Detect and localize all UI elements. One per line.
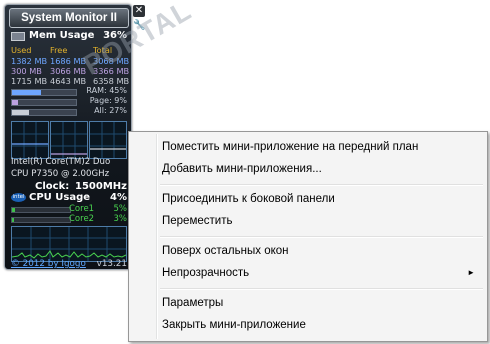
core1-bar-track xyxy=(11,207,71,213)
menu-item-attach-sidebar[interactable]: Присоединить к боковой панели xyxy=(131,188,485,210)
cpu-history-graph xyxy=(11,226,127,262)
core1-value: 5% xyxy=(113,204,128,214)
cpu-name: Intel(R) Core(TM)2 Duo xyxy=(11,157,111,167)
ram-bar: RAM: 45% xyxy=(11,86,127,96)
all-bar-track xyxy=(11,109,77,116)
header-used: Used xyxy=(11,45,32,55)
version-label: v13.21 xyxy=(96,259,127,269)
ram-used: 1382 MB xyxy=(11,56,48,66)
ram-graph xyxy=(11,121,49,159)
memory-usage-label: Mem Usage xyxy=(29,30,95,41)
core2-label: Core2 xyxy=(69,214,95,224)
menu-item-label: Присоединить к боковой панели xyxy=(162,193,335,205)
menu-separator xyxy=(160,236,483,238)
page-bar-label: Page: 9% xyxy=(89,96,127,105)
core1-bar-fill xyxy=(12,208,15,212)
menu-item-add-gadgets[interactable]: Добавить мини-приложения... xyxy=(131,158,485,180)
page-bar-track xyxy=(11,99,77,106)
menu-item-label: Переместить xyxy=(162,215,233,227)
core1-row: Core1 5% xyxy=(11,204,127,214)
cpu-usage-label: CPU Usage xyxy=(29,192,91,203)
menu-item-close-gadget[interactable]: Закрыть мини-приложение xyxy=(131,314,485,336)
header-free: Free xyxy=(50,45,68,55)
menu-item-label: Непрозрачность xyxy=(162,267,250,279)
menu-item-label: Закрыть мини-приложение xyxy=(162,319,306,331)
all-graph xyxy=(89,121,127,159)
submenu-arrow-icon: ► xyxy=(467,268,475,277)
menu-item-label: Параметры xyxy=(162,297,224,309)
core1-label: Core1 xyxy=(69,204,95,214)
context-menu: Поместить мини-приложение на передний пл… xyxy=(128,131,488,342)
core2-bar-track xyxy=(11,217,71,223)
page-used: 300 MB xyxy=(11,66,42,76)
cpu-clock-label: Clock: xyxy=(35,181,70,192)
author-link[interactable]: © 2012 by Igogo xyxy=(11,259,86,269)
menu-item-always-on-top[interactable]: Поверх остальных окон xyxy=(131,240,485,262)
menu-item-options[interactable]: Параметры xyxy=(131,292,485,314)
cpu-usage-header: intel CPU Usage 4% xyxy=(11,192,127,204)
menu-item-move[interactable]: Переместить xyxy=(131,210,485,232)
cpu-model: CPU P7350 @ 2.00GHz xyxy=(11,169,110,179)
cpu-usage-value: 4% xyxy=(110,192,127,203)
all-bar: All: 27% xyxy=(11,106,127,116)
page-graph xyxy=(50,121,88,159)
core2-bar-fill xyxy=(12,218,14,222)
all-bar-fill xyxy=(12,110,30,115)
menu-item-label: Поверх остальных окон xyxy=(162,245,289,257)
ram-bar-fill xyxy=(12,90,41,95)
memory-chip-icon xyxy=(11,32,25,41)
gadget-title: System Monitor II xyxy=(9,8,129,28)
intel-logo-icon: intel xyxy=(11,193,26,202)
page-free: 3066 MB xyxy=(50,66,87,76)
memory-bars: RAM: 45% Page: 9% All: 27% xyxy=(11,86,127,117)
all-free: 4643 MB xyxy=(50,76,87,86)
menu-item-opacity[interactable]: Непрозрачность ► xyxy=(131,262,485,284)
ram-bar-label: RAM: 45% xyxy=(86,86,127,95)
core2-value: 3% xyxy=(113,214,128,224)
all-bar-label: All: 27% xyxy=(94,106,127,115)
page-bar-fill xyxy=(12,100,18,105)
ram-bar-track xyxy=(11,89,77,96)
core2-row: Core2 3% xyxy=(11,214,127,224)
page-bar: Page: 9% xyxy=(11,96,127,106)
menu-item-label: Поместить мини-приложение на передний пл… xyxy=(162,141,419,153)
menu-item-label: Добавить мини-приложения... xyxy=(162,163,322,175)
all-used: 1715 MB xyxy=(11,76,48,86)
menu-separator xyxy=(160,184,483,186)
menu-separator xyxy=(160,288,483,290)
cpu-clock-value: 1500MHz xyxy=(75,181,127,192)
menu-item-bring-to-front[interactable]: Поместить мини-приложение на передний пл… xyxy=(131,136,485,158)
memory-graphs xyxy=(11,121,127,159)
